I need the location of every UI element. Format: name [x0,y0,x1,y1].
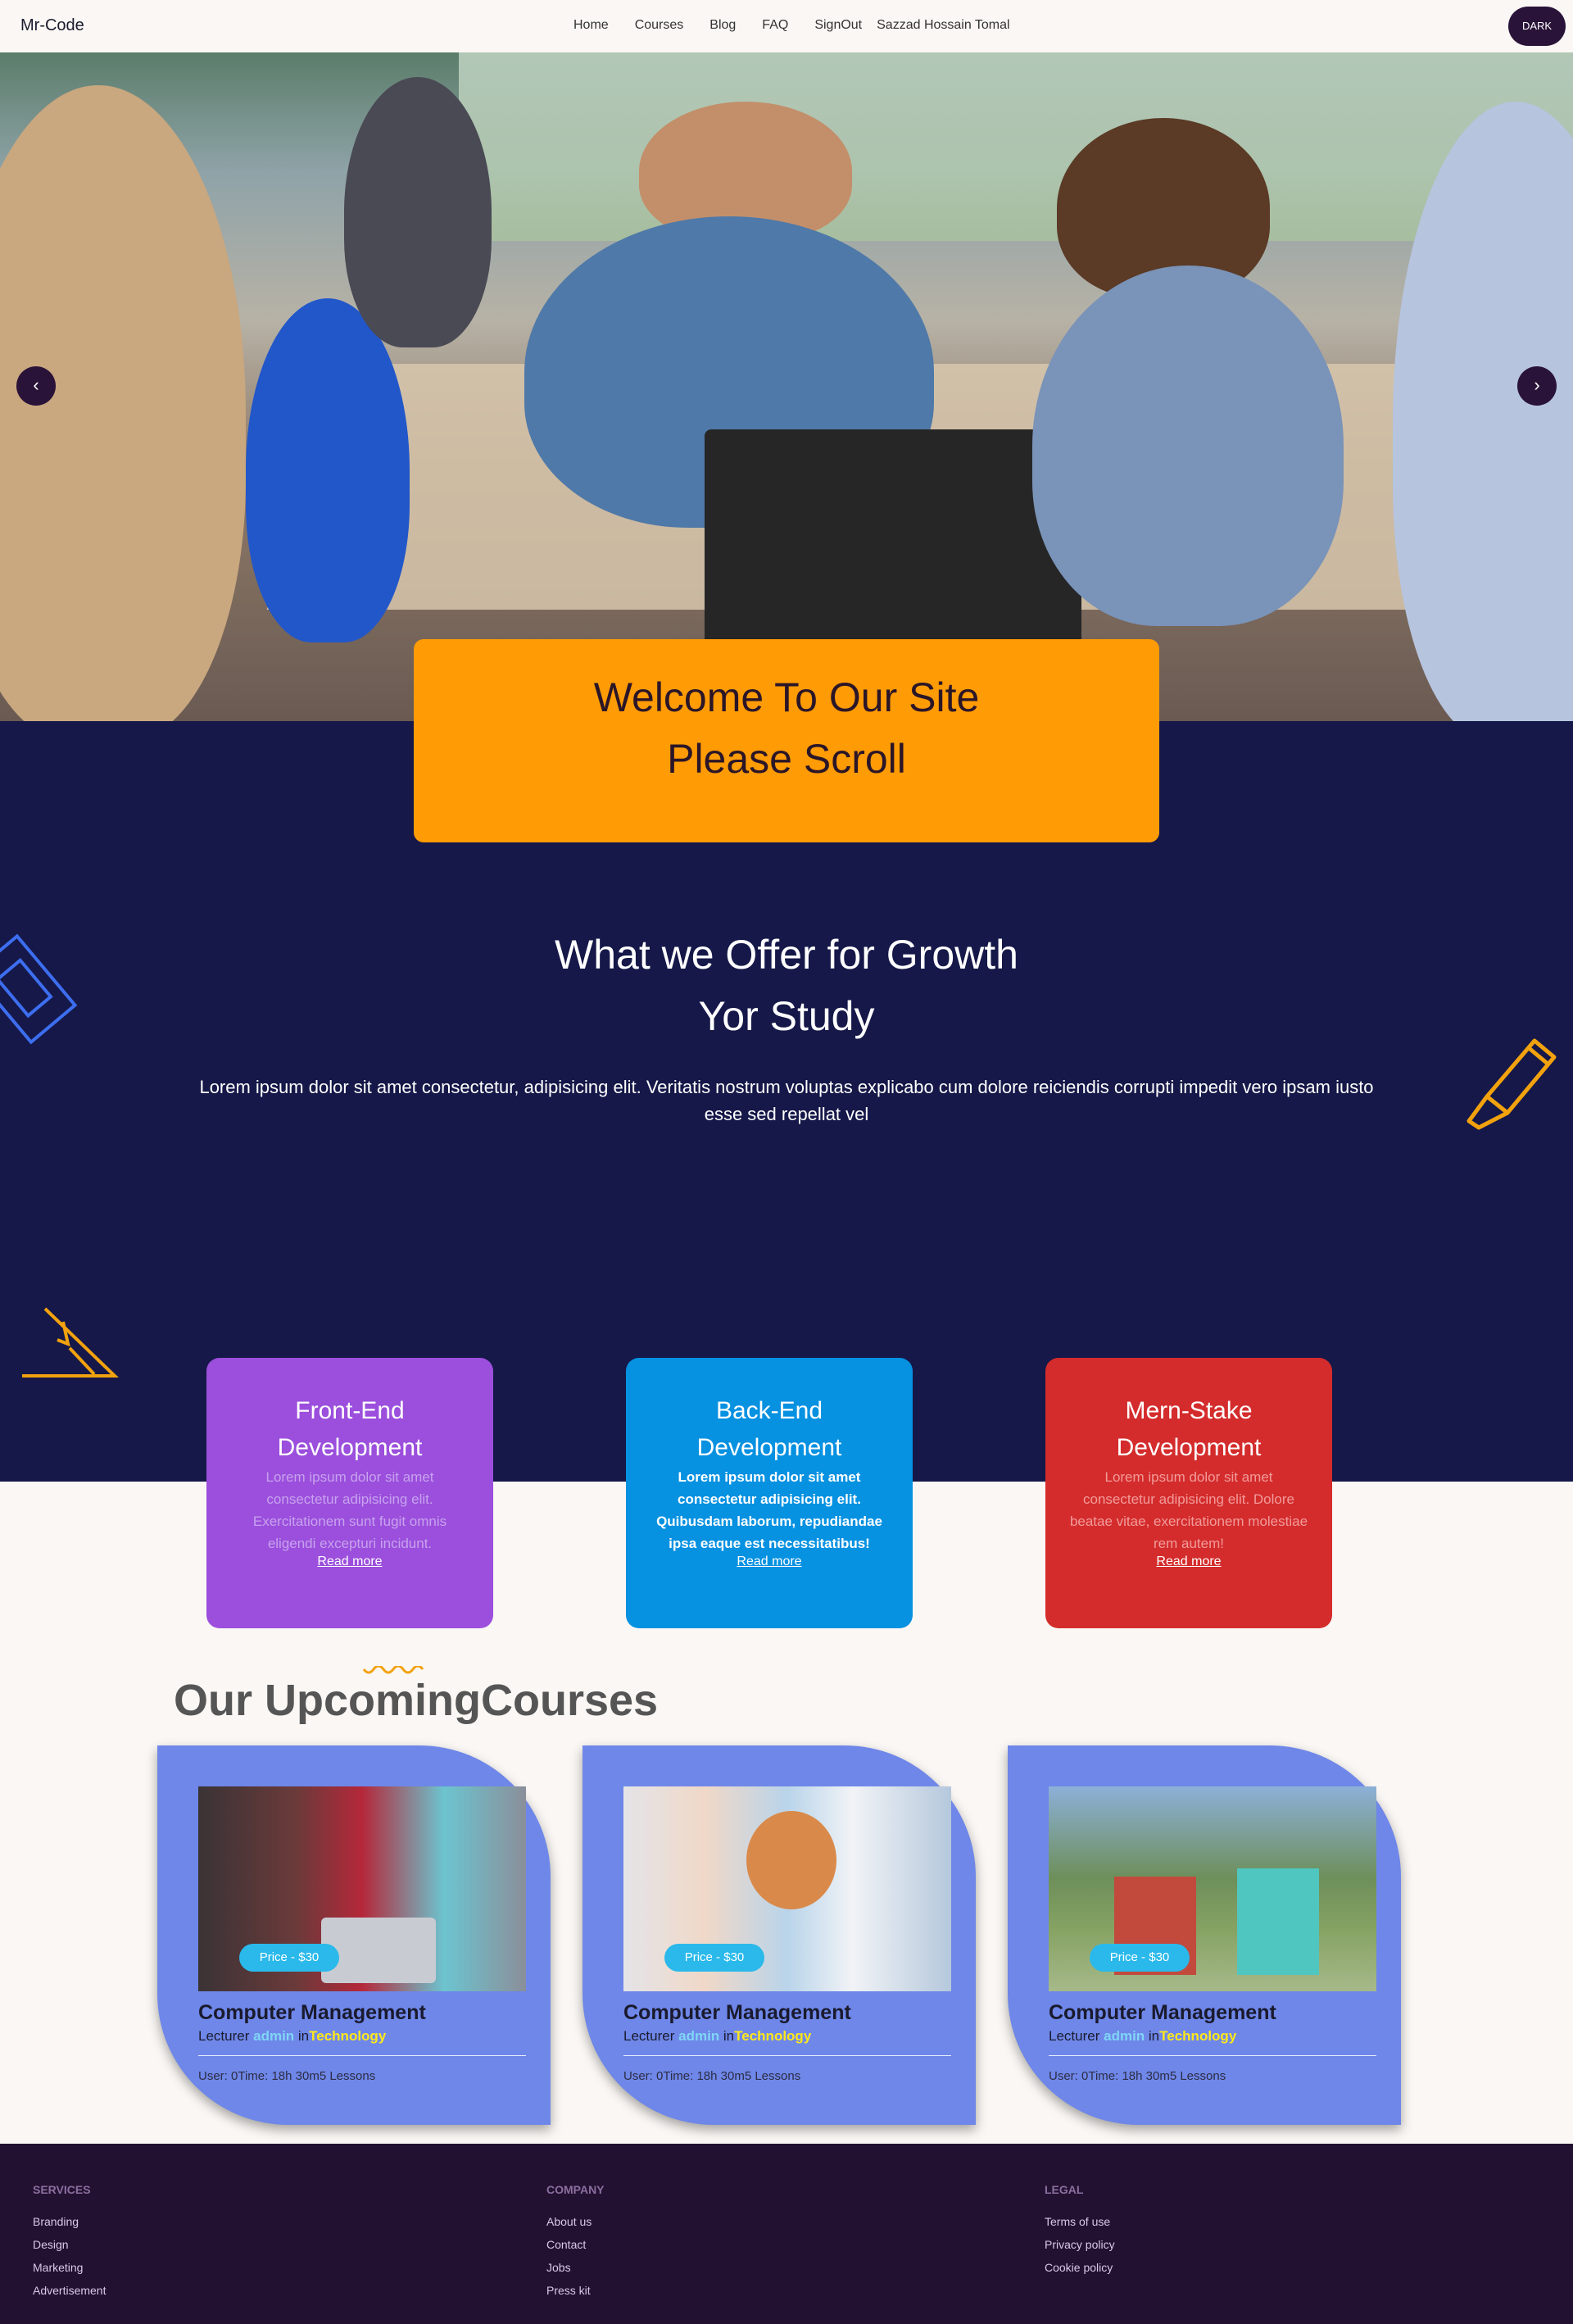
in-label: in [723,2028,735,2044]
course-title[interactable]: Computer Management [1049,2001,1276,2025]
nav-link-faq[interactable]: FAQ [762,18,788,33]
course-category[interactable]: Technology [309,2028,386,2044]
hero-person-scarf [1032,266,1344,626]
brand-logo[interactable]: Mr-Code [20,16,84,35]
footer-heading: COMPANY [546,2183,605,2196]
service-text: Lorem ipsum dolor sit amet consectetur a… [656,1469,882,1551]
hero-window-bg [459,52,1573,241]
footer-link[interactable]: Branding [33,2210,106,2233]
nav-link-signout[interactable]: SignOut [814,18,862,33]
carousel-next-button[interactable]: › [1517,366,1557,406]
read-more-link[interactable]: Read more [1156,1555,1221,1569]
service-card-mern: Mern-Stake Development Lorem ipsum dolor… [1045,1358,1332,1628]
course-title[interactable]: Computer Management [623,2001,851,2025]
footer-services-column: SERVICES Branding Design Marketing Adver… [33,2183,106,2302]
course-author[interactable]: admin [253,2028,294,2044]
offer-title: What we Offer for Growth Yor Study [0,924,1573,1047]
hero-person-blue [246,298,410,642]
service-text: Lorem ipsum dolor sit amet consectetur a… [252,1469,447,1551]
service-title: Front-End Development [277,1397,423,1461]
course-meta: Lecturer admin inTechnology [1049,2028,1236,2045]
hero-carousel-image: ‹ › [0,52,1573,721]
in-label: in [1148,2028,1160,2044]
service-card-backend: Back-End Development Lorem ipsum dolor s… [626,1358,913,1628]
service-card-frontend: Front-End Development Lorem ipsum dolor … [206,1358,493,1628]
footer-link[interactable]: About us [546,2210,605,2233]
carousel-prev-button[interactable]: ‹ [16,366,56,406]
footer-legal-column: LEGAL Terms of use Privacy policy Cookie… [1045,2183,1115,2279]
course-divider [1049,2055,1376,2056]
footer-link[interactable]: Jobs [546,2256,605,2279]
course-meta: Lecturer admin inTechnology [198,2028,386,2045]
theme-toggle-button[interactable]: DARK [1508,7,1566,46]
course-author[interactable]: admin [678,2028,719,2044]
footer-company-column: COMPANY About us Contact Jobs Press kit [546,2183,605,2302]
footer-link[interactable]: Marketing [33,2256,106,2279]
footer-heading: SERVICES [33,2183,91,2196]
lecturer-label: Lecturer [1049,2028,1100,2044]
footer-link[interactable]: Advertisement [33,2279,106,2302]
course-divider [623,2055,951,2056]
upcoming-heading: Our UpcomingCourses [174,1676,659,1725]
read-more-link[interactable]: Read more [737,1555,801,1569]
footer-link[interactable]: Press kit [546,2279,605,2302]
nav-link-blog[interactable]: Blog [709,18,736,33]
hero-laptop [705,429,1081,675]
footer-link[interactable]: Contact [546,2233,605,2256]
welcome-line-2: Please Scroll [667,736,906,782]
lecturer-label: Lecturer [198,2028,250,2044]
footer-link[interactable]: Cookie policy [1045,2256,1115,2279]
course-divider [198,2055,526,2056]
course-card[interactable]: Price - $30 Computer Management Lecturer… [1008,1745,1401,2125]
service-text: Lorem ipsum dolor sit amet consectetur a… [1069,1469,1308,1551]
offer-description: Lorem ipsum dolor sit amet consectetur, … [199,1077,1374,1124]
footer: SERVICES Branding Design Marketing Adver… [0,2144,1573,2324]
in-label: in [297,2028,310,2044]
book-illustration [1237,1868,1319,1975]
nav-link-courses[interactable]: Courses [635,18,684,33]
student-illustration [746,1811,836,1909]
price-badge: Price - $30 [239,1944,339,1972]
navbar: Mr-Code Home Courses Blog FAQ SignOut Sa… [0,0,1573,52]
course-card[interactable]: Price - $30 Computer Management Lecturer… [583,1745,976,2125]
course-stats: User: 0Time: 18h 30m5 Lessons [198,2069,376,2083]
nav-user-name[interactable]: Sazzad Hossain Tomal [877,18,1009,33]
nav-links: Home Courses Blog FAQ SignOut Sazzad Hos… [573,18,1010,33]
read-more-link[interactable]: Read more [317,1555,382,1569]
course-stats: User: 0Time: 18h 30m5 Lessons [1049,2069,1226,2083]
course-category[interactable]: Technology [1159,2028,1236,2044]
laptop-illustration [321,1918,436,1983]
course-meta: Lecturer admin inTechnology [623,2028,811,2045]
footer-link[interactable]: Terms of use [1045,2210,1115,2233]
course-category[interactable]: Technology [734,2028,811,2044]
footer-link[interactable]: Design [33,2233,106,2256]
hero-person-standing [344,77,492,347]
course-stats: User: 0Time: 18h 30m5 Lessons [623,2069,801,2083]
nav-link-home[interactable]: Home [573,18,609,33]
offer-title-line-2: Yor Study [698,993,875,1039]
lecturer-label: Lecturer [623,2028,675,2044]
welcome-line-1: Welcome To Our Site [593,674,980,720]
price-badge: Price - $30 [1090,1944,1190,1972]
service-title: Back-End Development [696,1397,842,1461]
course-author[interactable]: admin [1104,2028,1145,2044]
set-square-icon [22,1307,119,1378]
welcome-banner: Welcome To Our Site Please Scroll [414,639,1159,842]
footer-link[interactable]: Privacy policy [1045,2233,1115,2256]
service-title: Mern-Stake Development [1116,1397,1262,1461]
course-title[interactable]: Computer Management [198,2001,426,2025]
price-badge: Price - $30 [664,1944,764,1972]
footer-heading: LEGAL [1045,2183,1084,2196]
offer-title-line-1: What we Offer for Growth [555,932,1018,978]
course-card[interactable]: Price - $30 Computer Management Lecturer… [157,1745,551,2125]
